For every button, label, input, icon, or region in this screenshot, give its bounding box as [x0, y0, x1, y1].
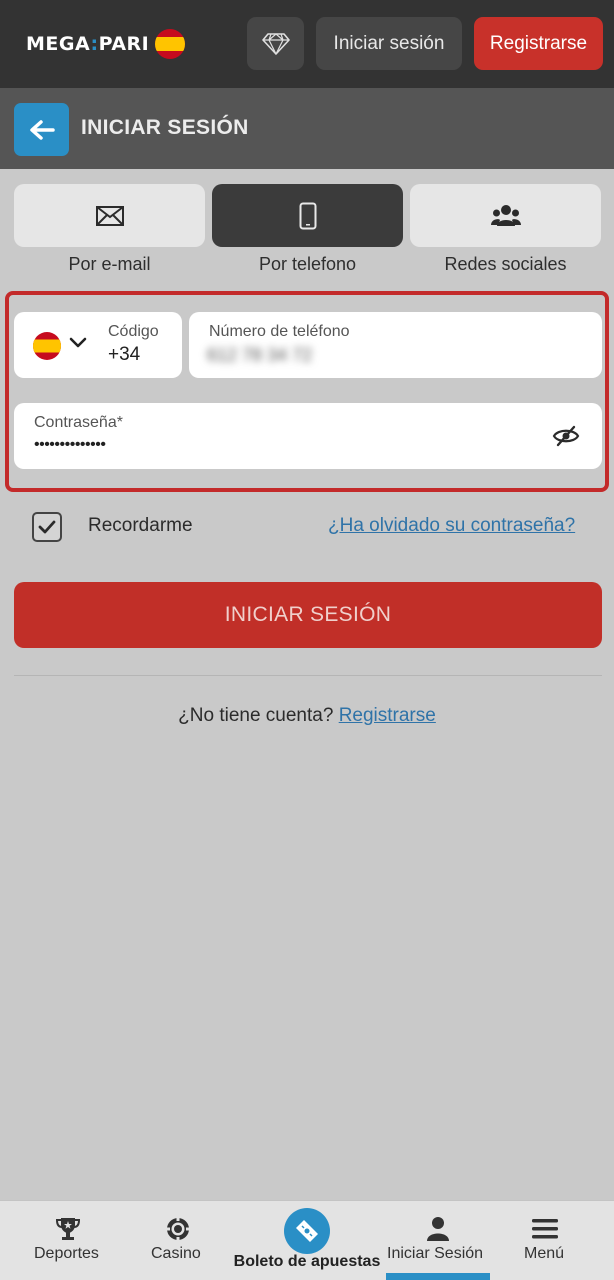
user-icon [425, 1216, 451, 1242]
header-register-button[interactable]: Registrarse [474, 17, 603, 70]
diamond-icon [261, 32, 290, 55]
tab-phone-label: Por telefono [258, 254, 357, 274]
password-label: Contraseña* [34, 414, 123, 431]
nav-item-betslip[interactable] [284, 1208, 330, 1254]
remember-me-label[interactable]: Recordarme [88, 515, 193, 537]
login-submit-button[interactable]: INICIAR SESIÓN [14, 582, 602, 648]
casino-chip-icon [165, 1216, 191, 1242]
page-title: INICIAR SESIÓN [81, 116, 249, 139]
register-link[interactable]: Registrarse [339, 705, 436, 726]
tab-social[interactable] [410, 184, 601, 247]
nav-label-login: Iniciar Sesión [387, 1245, 484, 1262]
country-code-value: +34 [108, 344, 141, 365]
spain-flag-icon [33, 332, 61, 360]
nav-item-menu[interactable]: Menú [500, 1201, 590, 1280]
phone-icon [299, 202, 316, 229]
nav-label-sports: Deportes [34, 1245, 99, 1262]
tab-phone[interactable] [212, 184, 403, 247]
chevron-down-icon [69, 337, 87, 348]
eye-slash-icon [552, 425, 580, 447]
hamburger-icon [532, 1216, 558, 1242]
country-code-select[interactable]: Código +34 [14, 312, 182, 378]
phone-number-field[interactable]: Número de teléfono 612 78 34 72 [189, 312, 602, 378]
nav-item-login[interactable]: Iniciar Sesión [386, 1201, 490, 1280]
password-value[interactable]: •••••••••••••• [34, 436, 106, 454]
password-field[interactable]: Contraseña* •••••••••••••• [14, 403, 602, 469]
no-account-text: ¿No tiene cuenta? [178, 705, 334, 726]
forgot-password-link[interactable]: ¿Ha olvidado su contraseña? [328, 515, 575, 537]
users-icon [490, 204, 521, 226]
spain-flag-icon [155, 29, 186, 59]
nav-active-indicator [386, 1273, 490, 1280]
page-title-bar: INICIAR SESIÓN [0, 88, 614, 169]
nav-item-casino[interactable]: Casino [128, 1201, 228, 1280]
nav-label-casino: Casino [151, 1245, 201, 1262]
phone-number-value[interactable]: 612 78 34 72 [207, 345, 312, 366]
no-account-prompt: ¿No tiene cuenta? Registrarse [0, 705, 614, 727]
logo-text: MEGA:PARI [26, 33, 150, 55]
megapari-logo[interactable]: MEGA:PARI [26, 28, 186, 60]
tab-email-label: Por e-mail [68, 254, 151, 274]
trophy-icon [55, 1216, 81, 1242]
arrow-left-icon [29, 119, 55, 140]
divider [14, 675, 602, 676]
nav-label-menu: Menú [524, 1245, 565, 1262]
envelope-icon [95, 205, 124, 226]
header-login-button[interactable]: Iniciar sesión [316, 17, 462, 70]
phone-number-label: Número de teléfono [209, 323, 350, 340]
vip-diamond-button[interactable] [247, 17, 304, 70]
back-button[interactable] [14, 103, 69, 156]
top-header: MEGA:PARI Iniciar sesión Registrarse [0, 0, 614, 88]
tab-email[interactable] [14, 184, 205, 247]
ticket-icon [296, 1220, 318, 1242]
toggle-password-visibility-button[interactable] [551, 422, 581, 450]
nav-label-betslip[interactable]: Boleto de apuestas [230, 1253, 384, 1271]
nav-item-sports[interactable]: Deportes [18, 1201, 118, 1280]
tab-social-label: Redes sociales [444, 254, 567, 274]
remember-me-checkbox[interactable] [32, 512, 62, 542]
country-code-label: Código [108, 323, 159, 340]
checkmark-icon [38, 520, 56, 534]
